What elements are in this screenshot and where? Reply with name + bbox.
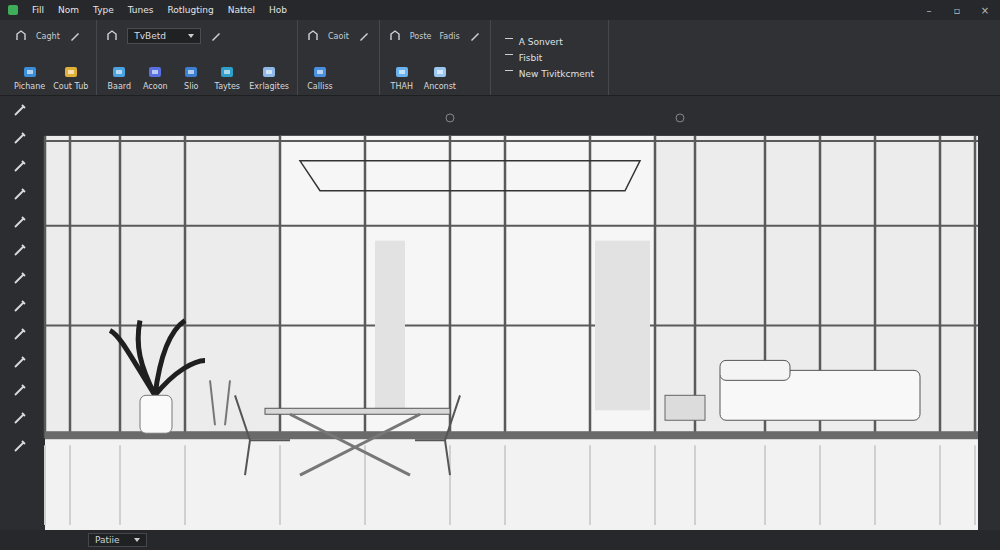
ribbon-caption: Caght: [36, 32, 60, 41]
layers-icon[interactable]: [12, 242, 28, 258]
ribbon-button[interactable]: Exrlagites: [249, 64, 289, 91]
action-item[interactable]: New Tivitkcment: [505, 69, 594, 79]
doc-icon[interactable]: [12, 214, 28, 230]
sofa: [665, 360, 920, 420]
tool-icon: [183, 64, 199, 80]
arrow-icon: [505, 38, 513, 45]
tool-icon: [22, 64, 38, 80]
app-logo-icon: [8, 5, 18, 15]
brush-icon[interactable]: [12, 186, 28, 202]
ribbon-button[interactable]: THAH: [388, 64, 416, 91]
caret-icon: [134, 538, 140, 542]
link-icon[interactable]: [12, 326, 28, 342]
ribbon-top-row: Caght: [14, 26, 88, 46]
menu-item[interactable]: Tunes: [128, 5, 154, 15]
ribbon-top-row: Caoit: [306, 26, 371, 46]
view-dropdown[interactable]: Patiie: [88, 533, 147, 547]
action-item[interactable]: A Sonvert: [505, 37, 594, 47]
ribbon-button-row: Pichane Cout Tub: [14, 64, 88, 91]
viewport[interactable]: [40, 96, 1000, 530]
menu-item[interactable]: Hob: [269, 5, 287, 15]
ribbon-button[interactable]: Acoon: [141, 64, 169, 91]
ribbon-top-row: TvBetd: [105, 26, 289, 46]
ribbon-group: TvBetd Baard Acoon Slio Taytes Exrlagites: [97, 20, 298, 95]
window-control[interactable]: ▫: [950, 5, 964, 16]
ribbon-button-row: THAH Anconst: [388, 64, 482, 91]
ribbon-button[interactable]: Baard: [105, 64, 133, 91]
status-bar: Patiie: [0, 530, 1000, 550]
room-drawing: [40, 96, 1000, 530]
menu-item[interactable]: Nattel: [228, 5, 255, 15]
tool-icon: [261, 64, 277, 80]
ribbon-group: Caoit Calliss: [298, 20, 380, 95]
left-toolbar: [0, 96, 40, 530]
workspace: [0, 96, 1000, 530]
rect-icon[interactable]: [12, 158, 28, 174]
plant: [110, 320, 205, 433]
pen-icon[interactable]: [68, 29, 82, 43]
ribbon-button[interactable]: Calliss: [306, 64, 334, 91]
arrow-icon: [505, 70, 513, 77]
pen-icon[interactable]: [12, 130, 28, 146]
menu-item[interactable]: Type: [93, 5, 114, 15]
menu-bar: Fill Nom Type Tunes Rotlugting Nattel Hob – ▫ ×: [0, 0, 1000, 20]
tool-icon: [147, 64, 163, 80]
dining-table: [210, 380, 460, 475]
ribbon-button[interactable]: Slio: [177, 64, 205, 91]
style-dropdown[interactable]: TvBetd: [127, 28, 201, 44]
ribbon: Caght Pichane Cout Tub TvBetd Baard Acoon Slio…: [0, 20, 1000, 96]
ribbon-button-row: Calliss: [306, 64, 371, 91]
ribbon-caption: Caoit: [328, 32, 349, 41]
menu-item[interactable]: Nom: [58, 5, 79, 15]
ribbon-group: Caght Pichane Cout Tub: [6, 20, 97, 95]
action-item[interactable]: Fisbit: [505, 53, 594, 63]
tool-icon: [312, 64, 328, 80]
tool-icon[interactable]: [388, 29, 402, 43]
ribbon-caption: Poste: [410, 32, 432, 41]
ribbon-button-row: Baard Acoon Slio Taytes Exrlagites: [105, 64, 289, 91]
pen-icon[interactable]: [357, 29, 371, 43]
pen-icon[interactable]: [468, 29, 482, 43]
ribbon-button[interactable]: Cout Tub: [53, 64, 88, 91]
image-icon[interactable]: [12, 410, 28, 426]
app-window: Fill Nom Type Tunes Rotlugting Nattel Hob – ▫ × Ca…: [0, 0, 1000, 550]
pencil-icon[interactable]: [12, 298, 28, 314]
tool-icon[interactable]: [306, 29, 320, 43]
tool-icon: [63, 64, 79, 80]
arrow-icon: [505, 54, 513, 61]
pen-icon[interactable]: [209, 29, 223, 43]
ribbon-caption: Fadis: [439, 32, 459, 41]
tool-icon: [432, 64, 448, 80]
ribbon-group: Poste Fadis THAH Anconst: [380, 20, 491, 95]
select-icon[interactable]: [12, 102, 28, 118]
menu-item[interactable]: Fill: [32, 5, 44, 15]
stack-icon[interactable]: [12, 354, 28, 370]
menu-item[interactable]: Rotlugting: [167, 5, 213, 15]
tool-icon: [394, 64, 410, 80]
tool-icon: [219, 64, 235, 80]
ribbon-button[interactable]: Taytes: [213, 64, 241, 91]
tool-icon: [111, 64, 127, 80]
ribbon-button[interactable]: Pichane: [14, 64, 45, 91]
tool-icon[interactable]: [14, 29, 28, 43]
paint-icon[interactable]: [12, 270, 28, 286]
ruler-icon[interactable]: [12, 382, 28, 398]
node-icon[interactable]: [12, 438, 28, 454]
ribbon-button[interactable]: Anconst: [424, 64, 456, 91]
window-control[interactable]: ×: [978, 5, 992, 16]
tool-icon[interactable]: [105, 29, 119, 43]
caret-icon: [188, 34, 194, 38]
ribbon-top-row: Poste Fadis: [388, 26, 482, 46]
action-list: A Sonvert Fisbit New Tivitkcment: [491, 20, 609, 95]
window-control[interactable]: –: [922, 5, 936, 16]
